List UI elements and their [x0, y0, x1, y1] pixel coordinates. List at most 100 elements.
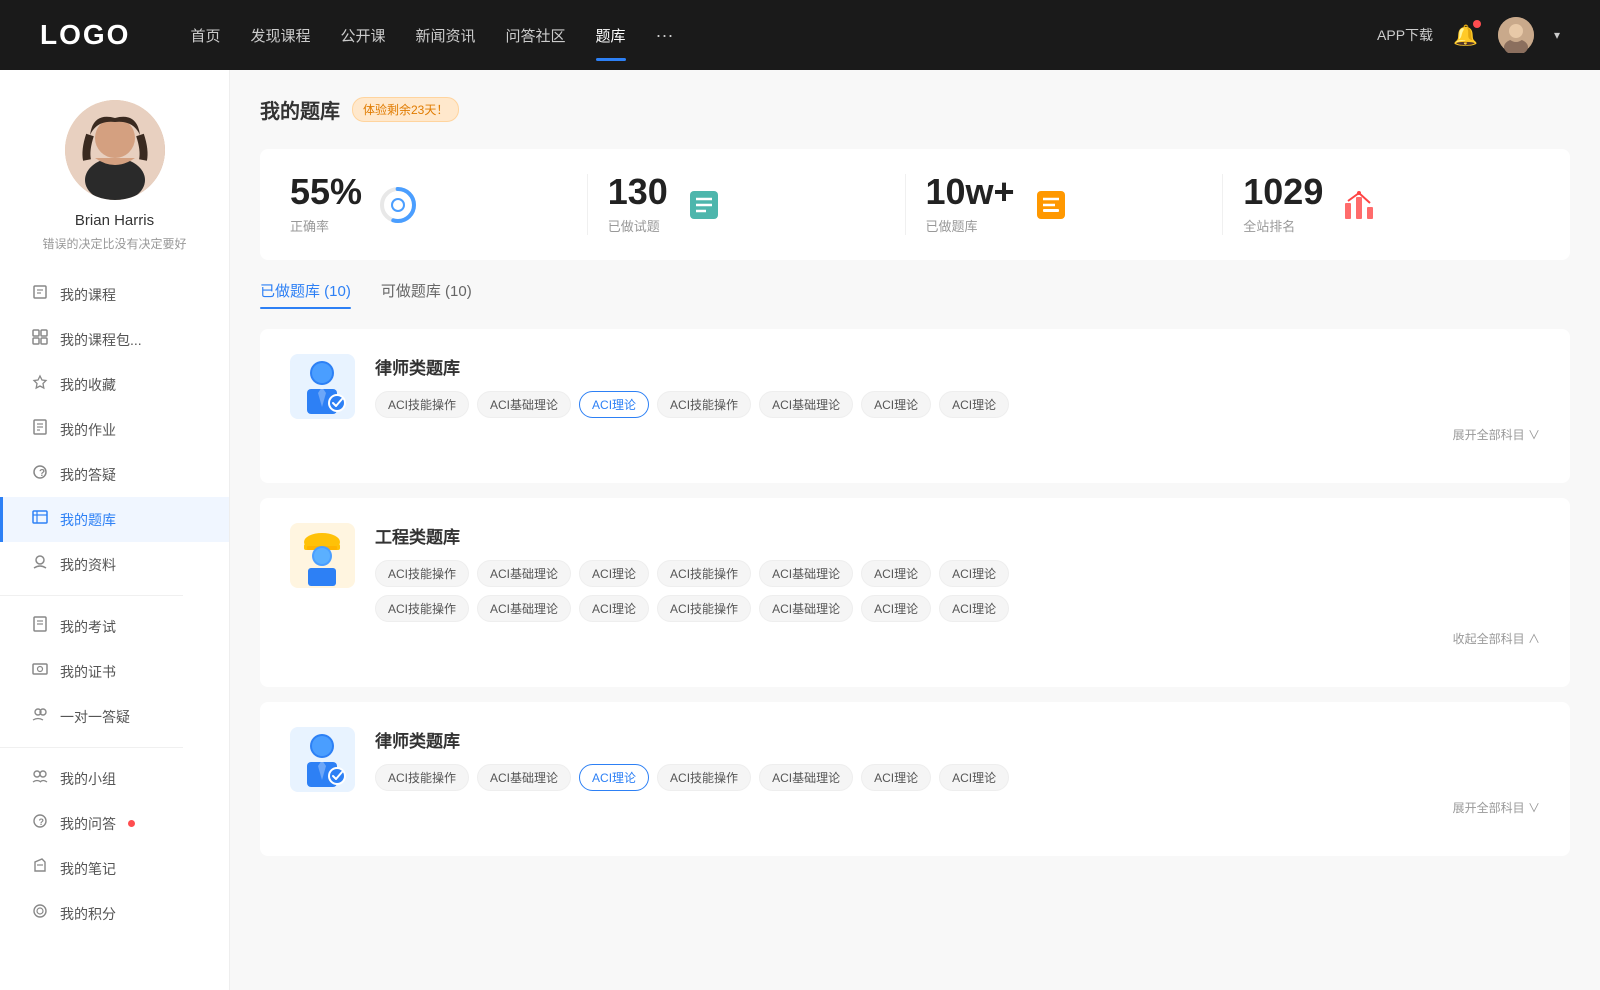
- eng-tag-4[interactable]: ACI基础理论: [759, 560, 853, 587]
- tag-4[interactable]: ACI基础理论: [759, 391, 853, 418]
- qbank-header-lawyer-1: 律师类题库 ACI技能操作 ACI基础理论 ACI理论 ACI技能操作 ACI基…: [290, 354, 1540, 443]
- tab-available-banks[interactable]: 可做题库 (10): [381, 280, 472, 309]
- main-container: Brian Harris 错误的决定比没有决定要好 我的课程 我的课程包... …: [0, 70, 1600, 990]
- l2-tag-1[interactable]: ACI基础理论: [477, 764, 571, 791]
- sidebar-item-course[interactable]: 我的课程: [0, 272, 229, 317]
- sidebar-item-homework[interactable]: 我的作业: [0, 407, 229, 452]
- eng-tag-3[interactable]: ACI技能操作: [657, 560, 751, 587]
- stat-done-questions: 130 已做试题: [588, 174, 906, 235]
- l2-tag-0[interactable]: ACI技能操作: [375, 764, 469, 791]
- sidebar-item-points[interactable]: 我的积分: [0, 891, 229, 936]
- expand-link-lawyer-1[interactable]: 展开全部科目 ∨: [375, 426, 1540, 443]
- tag-1[interactable]: ACI基础理论: [477, 391, 571, 418]
- eng-tag-11[interactable]: ACI基础理论: [759, 595, 853, 622]
- stat-done-banks-label: 已做题库: [926, 216, 1015, 235]
- tag-3[interactable]: ACI技能操作: [657, 391, 751, 418]
- sidebar-item-notes[interactable]: 我的笔记: [0, 846, 229, 891]
- sidebar-item-qa[interactable]: ? 我的答疑: [0, 452, 229, 497]
- stat-ranking-label: 全站排名: [1243, 216, 1323, 235]
- points-icon: [30, 903, 50, 924]
- navbar-nav: 首页 发现课程 公开课 新闻资讯 问答社区 题库 ···: [190, 20, 1377, 51]
- sidebar-item-one-on-one[interactable]: 一对一答疑: [0, 694, 229, 739]
- sidebar-item-label-materials: 我的资料: [60, 555, 116, 575]
- questions-icon: ?: [30, 813, 50, 834]
- sidebar-item-questions[interactable]: ? 我的问答: [0, 801, 229, 846]
- avatar[interactable]: [1498, 17, 1534, 53]
- qbank-title-lawyer-1: 律师类题库: [375, 354, 1540, 379]
- sidebar-item-favorites[interactable]: 我的收藏: [0, 362, 229, 407]
- sidebar-item-qbank[interactable]: 我的题库: [0, 497, 229, 542]
- nav-more[interactable]: ···: [656, 25, 674, 46]
- sidebar-item-label-course: 我的课程: [60, 285, 116, 305]
- sidebar-item-label-group: 我的小组: [60, 769, 116, 789]
- avatar-dropdown-icon[interactable]: ▾: [1554, 28, 1560, 42]
- navbar: LOGO 首页 发现课程 公开课 新闻资讯 问答社区 题库 ··· APP下载 …: [0, 0, 1600, 70]
- stat-done-banks: 10w+ 已做题库: [906, 174, 1224, 235]
- qbank-content-lawyer-2: 律师类题库 ACI技能操作 ACI基础理论 ACI理论 ACI技能操作 ACI基…: [375, 727, 1540, 816]
- nav-discover[interactable]: 发现课程: [250, 20, 310, 51]
- tag-5[interactable]: ACI理论: [861, 391, 931, 418]
- stat-correct-rate: 55% 正确率: [290, 174, 588, 235]
- stat-correct-rate-label: 正确率: [290, 216, 362, 235]
- sidebar-item-label-certificate: 我的证书: [60, 662, 116, 682]
- nav-open-course[interactable]: 公开课: [340, 20, 385, 51]
- app-download-link[interactable]: APP下载: [1377, 25, 1433, 45]
- page-title: 我的题库: [260, 95, 340, 124]
- eng-tag-5[interactable]: ACI理论: [861, 560, 931, 587]
- l2-tag-5[interactable]: ACI理论: [861, 764, 931, 791]
- sidebar-motto: 错误的决定比没有决定要好: [22, 235, 206, 252]
- logo[interactable]: LOGO: [40, 19, 130, 51]
- tag-2-active[interactable]: ACI理论: [579, 391, 649, 418]
- eng-tag-0[interactable]: ACI技能操作: [375, 560, 469, 587]
- eng-tag-8[interactable]: ACI基础理论: [477, 595, 571, 622]
- tag-0[interactable]: ACI技能操作: [375, 391, 469, 418]
- sidebar-item-label-notes: 我的笔记: [60, 859, 116, 879]
- stat-done-questions-label: 已做试题: [608, 216, 668, 235]
- sidebar-item-group[interactable]: 我的小组: [0, 756, 229, 801]
- one-on-one-icon: [30, 706, 50, 727]
- svg-text:?: ?: [39, 468, 45, 479]
- engineer-avatar: [290, 523, 355, 588]
- tab-done-banks[interactable]: 已做题库 (10): [260, 280, 351, 309]
- stat-done-questions-info: 130 已做试题: [608, 174, 668, 235]
- l2-tag-4[interactable]: ACI基础理论: [759, 764, 853, 791]
- eng-tag-13[interactable]: ACI理论: [939, 595, 1009, 622]
- notes-icon: [30, 858, 50, 879]
- correct-rate-icon: [378, 185, 418, 225]
- sidebar-menu: 我的课程 我的课程包... 我的收藏 我的作业: [0, 272, 229, 936]
- l2-tag-3[interactable]: ACI技能操作: [657, 764, 751, 791]
- bell-icon: 🔔: [1453, 25, 1478, 47]
- eng-tag-2[interactable]: ACI理论: [579, 560, 649, 587]
- eng-tag-1[interactable]: ACI基础理论: [477, 560, 571, 587]
- sidebar-item-certificate[interactable]: 我的证书: [0, 649, 229, 694]
- nav-question-bank[interactable]: 题库: [596, 20, 626, 51]
- sidebar-item-course-package[interactable]: 我的课程包...: [0, 317, 229, 362]
- sidebar-item-label-one-on-one: 一对一答疑: [60, 707, 130, 727]
- ranking-icon: [1339, 185, 1379, 225]
- nav-news[interactable]: 新闻资讯: [416, 20, 476, 51]
- qbank-title-lawyer-2: 律师类题库: [375, 727, 1540, 752]
- tag-6[interactable]: ACI理论: [939, 391, 1009, 418]
- sidebar-username: Brian Harris: [75, 212, 154, 229]
- questions-badge: [128, 820, 135, 827]
- homework-icon: [30, 419, 50, 440]
- nav-qa[interactable]: 问答社区: [506, 20, 566, 51]
- page-header: 我的题库 体验剩余23天！: [260, 95, 1570, 124]
- notification-bell[interactable]: 🔔: [1453, 23, 1478, 48]
- eng-tag-6[interactable]: ACI理论: [939, 560, 1009, 587]
- eng-tag-12[interactable]: ACI理论: [861, 595, 931, 622]
- group-icon: [30, 768, 50, 789]
- stat-ranking-info: 1029 全站排名: [1243, 174, 1323, 235]
- sidebar-item-materials[interactable]: 我的资料: [0, 542, 229, 587]
- expand-link-lawyer-2[interactable]: 展开全部科目 ∨: [375, 799, 1540, 816]
- navbar-right: APP下载 🔔 ▾: [1377, 17, 1560, 53]
- nav-home[interactable]: 首页: [190, 20, 220, 51]
- sidebar-item-exam[interactable]: 我的考试: [0, 604, 229, 649]
- eng-tag-10[interactable]: ACI技能操作: [657, 595, 751, 622]
- qbank-content-lawyer-1: 律师类题库 ACI技能操作 ACI基础理论 ACI理论 ACI技能操作 ACI基…: [375, 354, 1540, 443]
- collapse-link-engineer[interactable]: 收起全部科目 ∧: [375, 630, 1540, 647]
- eng-tag-7[interactable]: ACI技能操作: [375, 595, 469, 622]
- l2-tag-6[interactable]: ACI理论: [939, 764, 1009, 791]
- l2-tag-2-active[interactable]: ACI理论: [579, 764, 649, 791]
- eng-tag-9[interactable]: ACI理论: [579, 595, 649, 622]
